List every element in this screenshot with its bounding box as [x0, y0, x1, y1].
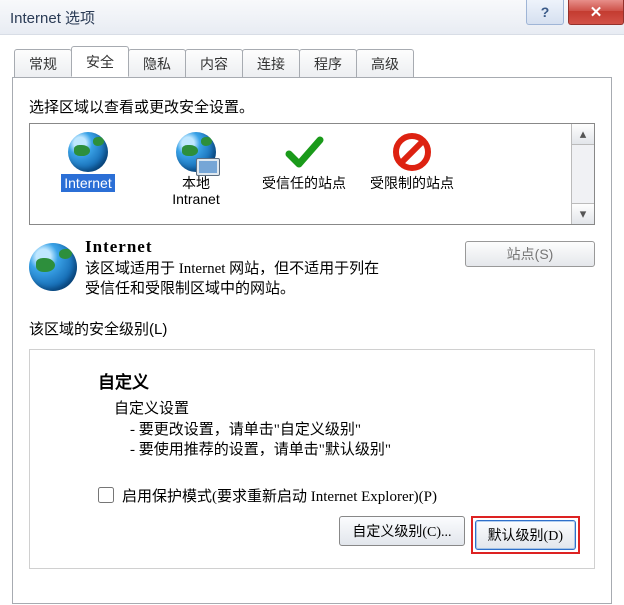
titlebar: Internet 选项 ? ✕	[0, 0, 624, 35]
tab-advanced[interactable]: 高级	[356, 49, 414, 78]
zone-label: 受限制的站点	[367, 174, 457, 192]
level-buttons: 自定义级别(C)... 默认级别(D)	[44, 516, 580, 554]
zone-internet[interactable]: Internet	[34, 130, 142, 192]
sites-button[interactable]: 站点(S)	[465, 241, 595, 267]
tab-programs[interactable]: 程序	[299, 49, 357, 78]
level-bullet: - 要使用推荐的设置，请单击"默认级别"	[130, 440, 580, 460]
tab-privacy[interactable]: 隐私	[128, 49, 186, 78]
protected-mode-checkbox[interactable]	[98, 487, 114, 503]
zone-scrollbar[interactable]: ▴ ▾	[571, 124, 594, 224]
zone-description: Internet 该区域适用于 Internet 网站，但不适用于列在受信任和受…	[29, 237, 595, 300]
zone-name-heading: Internet	[85, 237, 465, 257]
zone-list-box: Internet 本地 Intranet 受信任的站点 受限制的站点	[29, 123, 595, 225]
level-head: 自定义	[98, 368, 580, 393]
default-level-button[interactable]: 默认级别(D)	[475, 520, 576, 550]
zone-restricted[interactable]: 受限制的站点	[358, 130, 466, 192]
tab-security[interactable]: 安全	[71, 46, 129, 77]
level-legend: 该区域的安全级别(L)	[29, 318, 595, 339]
zone-label: 本地 Intranet	[169, 174, 222, 208]
globe-icon	[68, 132, 108, 172]
close-button[interactable]: ✕	[568, 0, 624, 25]
tab-connections[interactable]: 连接	[242, 49, 300, 78]
scroll-track[interactable]	[572, 145, 594, 203]
help-button[interactable]: ?	[526, 0, 564, 25]
zone-intranet[interactable]: 本地 Intranet	[142, 130, 250, 208]
security-level-group: 该区域的安全级别(L) 自定义 自定义设置 - 要更改设置，请单击"自定义级别"…	[29, 318, 595, 570]
tab-strip: 常规 安全 隐私 内容 连接 程序 高级	[0, 35, 624, 77]
ban-icon	[392, 132, 432, 172]
protected-mode-row[interactable]: 启用保护模式(要求重新启动 Internet Explorer)(P)	[94, 484, 580, 506]
zone-label: 受信任的站点	[259, 174, 349, 192]
tab-content[interactable]: 内容	[185, 49, 243, 78]
globe-monitor-icon	[176, 132, 216, 172]
zone-trusted[interactable]: 受信任的站点	[250, 130, 358, 192]
zone-desc-text: 该区域适用于 Internet 网站，但不适用于列在受信任和受限制区域中的网站。	[85, 259, 385, 300]
tab-general[interactable]: 常规	[14, 49, 72, 78]
zone-label: Internet	[61, 174, 114, 192]
highlight-box: 默认级别(D)	[471, 516, 580, 554]
level-sub: 自定义设置	[114, 397, 580, 418]
check-icon	[284, 132, 324, 172]
internet-options-dialog: Internet 选项 ? ✕ 常规 安全 隐私 内容 连接 程序 高级 选择区…	[0, 0, 624, 605]
scroll-down-icon[interactable]: ▾	[572, 203, 594, 224]
zone-list[interactable]: Internet 本地 Intranet 受信任的站点 受限制的站点	[30, 124, 571, 224]
zone-prompt: 选择区域以查看或更改安全设置。	[29, 96, 595, 117]
level-bullet: - 要更改设置，请单击"自定义级别"	[130, 420, 580, 440]
custom-level-button[interactable]: 自定义级别(C)...	[339, 516, 464, 546]
scroll-up-icon[interactable]: ▴	[572, 124, 594, 145]
protected-mode-label: 启用保护模式(要求重新启动 Internet Explorer)(P)	[122, 485, 437, 506]
security-pane: 选择区域以查看或更改安全设置。 Internet 本地 Intranet 受信任…	[12, 77, 612, 604]
level-box: 自定义 自定义设置 - 要更改设置，请单击"自定义级别" - 要使用推荐的设置，…	[29, 349, 595, 570]
globe-icon	[29, 243, 77, 291]
window-title: Internet 选项	[0, 7, 95, 28]
